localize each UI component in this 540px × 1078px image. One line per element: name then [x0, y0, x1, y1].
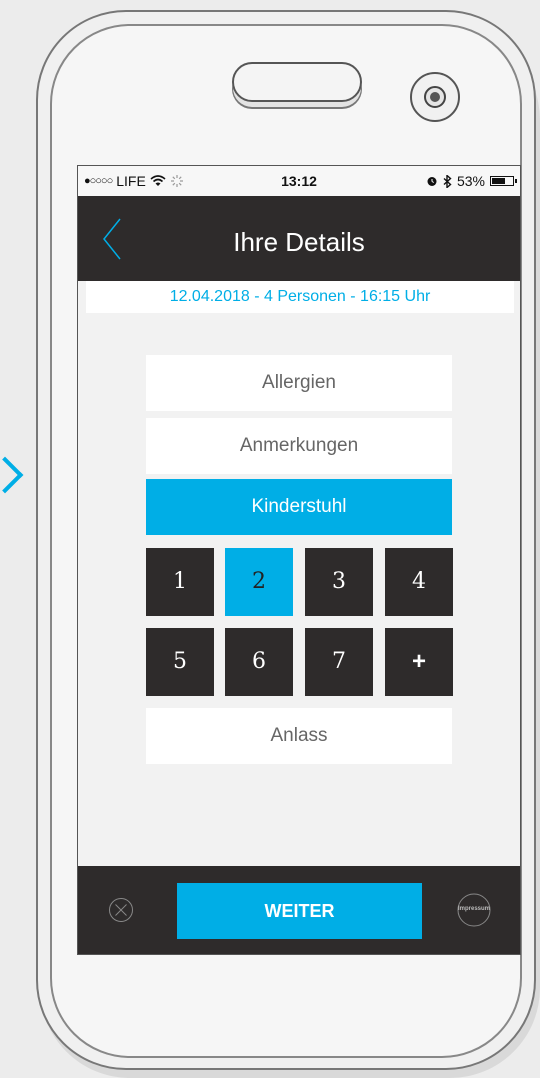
count-key-4[interactable]: 4 — [385, 548, 453, 616]
battery-icon — [490, 176, 517, 186]
remarks-button[interactable]: Anmerkungen — [146, 418, 452, 474]
count-key-7[interactable]: 7 — [305, 628, 373, 696]
highchair-button[interactable]: Kinderstuhl — [146, 479, 452, 535]
occasion-button[interactable]: Anlass — [146, 708, 452, 764]
count-key-more[interactable]: + — [385, 628, 453, 696]
count-key-6[interactable]: 6 — [225, 628, 293, 696]
status-bar: ●○○○○ LIFE 13:12 53% — [78, 166, 520, 196]
page-title: Ihre Details — [233, 227, 365, 257]
count-key-2[interactable]: 2 — [225, 548, 293, 616]
footer-bar: WEITER Impressum — [78, 866, 520, 954]
count-key-5[interactable]: 5 — [146, 628, 214, 696]
camera-icon — [410, 72, 460, 122]
allergies-button[interactable]: Allergien — [146, 355, 452, 411]
alarm-icon — [427, 177, 437, 186]
bluetooth-icon — [443, 174, 452, 188]
count-key-3[interactable]: 3 — [305, 548, 373, 616]
phone-speaker — [232, 62, 362, 102]
impressum-label[interactable]: Impressum — [443, 906, 505, 912]
battery-percent: 53% — [456, 173, 485, 189]
booking-summary: 12.04.2018 - 4 Personen - 16:15 Uhr — [86, 281, 514, 313]
count-key-1[interactable]: 1 — [146, 548, 214, 616]
navigation-bar: Ihre Details — [78, 196, 520, 281]
close-icon[interactable] — [108, 897, 134, 923]
arrow-right-icon — [0, 456, 24, 494]
app-screen: ●○○○○ LIFE 13:12 53% Ihre Details 12.04.… — [77, 165, 521, 955]
continue-button[interactable]: WEITER — [177, 883, 422, 939]
